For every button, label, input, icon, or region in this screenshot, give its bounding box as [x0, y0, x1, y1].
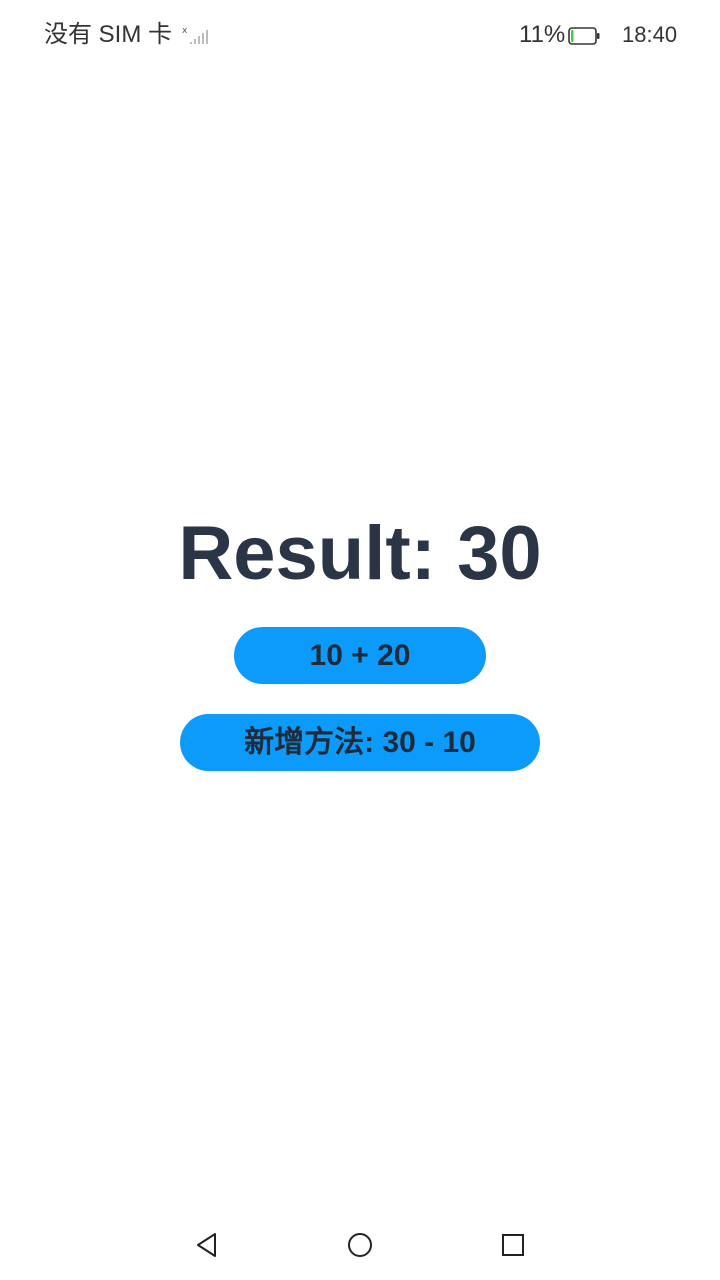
back-triangle-icon[interactable]: [192, 1230, 222, 1260]
battery-percent: 11%: [519, 21, 566, 48]
add-button[interactable]: 10 + 20: [234, 627, 486, 684]
navigation-bar: [0, 1210, 720, 1280]
recent-apps-square-icon[interactable]: [498, 1230, 528, 1260]
home-circle-icon[interactable]: [345, 1230, 375, 1260]
app-screen: 没有 SIM 卡 x 11% 18:40 Result: 30 10 + 20 …: [0, 0, 720, 1280]
battery-low-icon: [568, 27, 600, 45]
result-text: Result: 30: [178, 511, 542, 596]
svg-text:x: x: [182, 26, 188, 36]
subtract-button[interactable]: 新增方法: 30 - 10: [180, 714, 540, 771]
clock: 18:40: [622, 22, 678, 47]
carrier-label: 没有 SIM 卡: [44, 21, 173, 48]
status-bar: 没有 SIM 卡 x 11% 18:40: [0, 0, 720, 70]
no-signal-icon: x: [182, 26, 208, 44]
